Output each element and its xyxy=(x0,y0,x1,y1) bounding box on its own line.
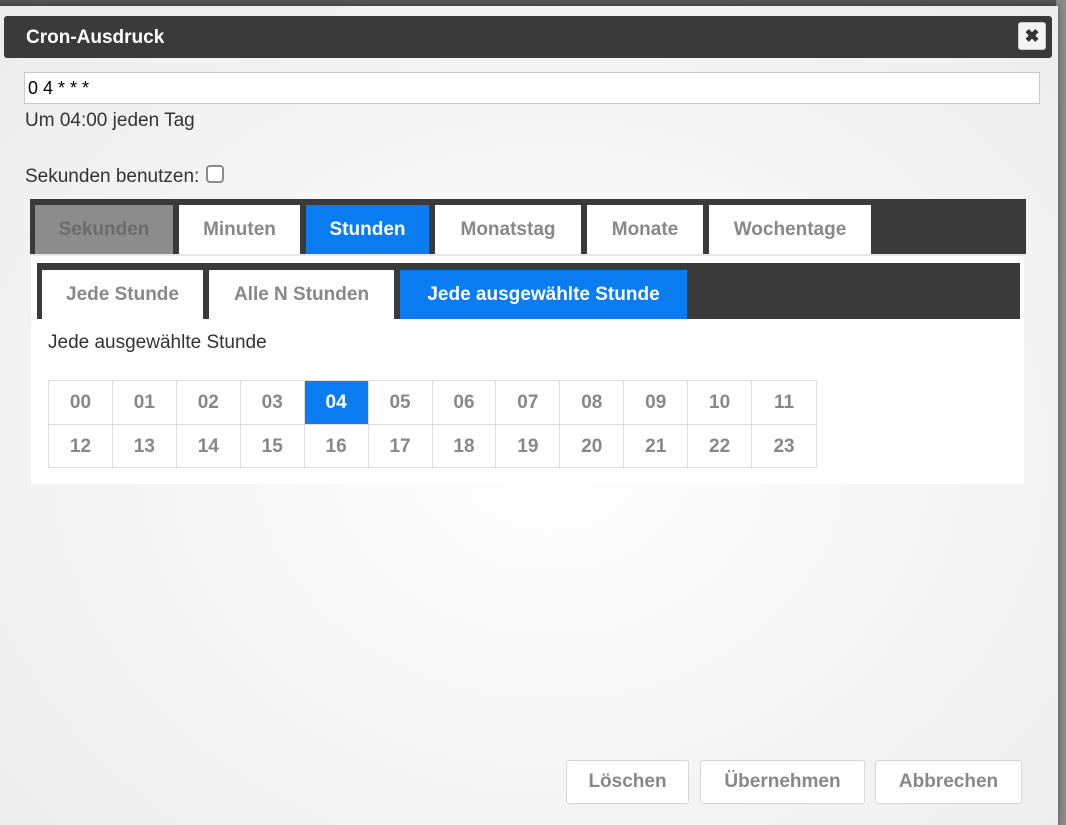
subtab-every-n-hours[interactable]: Alle N Stunden xyxy=(209,270,394,319)
hour-cell[interactable]: 00 xyxy=(49,381,113,425)
hour-cell[interactable]: 19 xyxy=(496,425,561,469)
cron-expression-input[interactable] xyxy=(24,72,1040,104)
dialog-title: Cron-Ausdruck xyxy=(26,27,165,48)
hour-cell[interactable]: 16 xyxy=(305,425,369,469)
hours-subtabbar: Jede Stunde Alle N Stunden Jede ausgewäh… xyxy=(37,263,1020,319)
hour-cell[interactable]: 20 xyxy=(560,425,625,469)
hour-cell[interactable]: 02 xyxy=(176,381,241,425)
hour-cell[interactable]: 03 xyxy=(240,381,305,425)
use-seconds-label: Sekunden benutzen: xyxy=(25,166,200,187)
delete-button[interactable]: Löschen xyxy=(566,760,689,804)
selected-hours-label: Jede ausgewählte Stunde xyxy=(48,332,267,353)
hour-cell[interactable]: 13 xyxy=(113,425,177,469)
subtab-selected-hours[interactable]: Jede ausgewählte Stunde xyxy=(400,270,687,319)
tab-day-of-month[interactable]: Monatstag xyxy=(435,205,581,254)
tab-weekdays[interactable]: Wochentage xyxy=(709,205,871,254)
tab-seconds[interactable]: Sekunden xyxy=(35,205,173,254)
tab-hours[interactable]: Stunden xyxy=(306,205,429,254)
hour-cell[interactable]: 04 xyxy=(304,381,369,425)
hour-cell[interactable]: 01 xyxy=(112,381,177,425)
hour-cell[interactable]: 09 xyxy=(624,381,689,425)
use-seconds-row: Sekunden benutzen: xyxy=(25,165,225,188)
apply-button[interactable]: Übernehmen xyxy=(700,760,865,804)
tab-minutes[interactable]: Minuten xyxy=(179,205,300,254)
hour-cell[interactable]: 18 xyxy=(433,425,497,469)
hour-cell[interactable]: 22 xyxy=(688,425,753,469)
hours-grid: 00 01 02 03 04 05 06 07 08 09 10 11 12 13 14 15 16 17 18 19… xyxy=(48,380,817,469)
hour-cell[interactable]: 05 xyxy=(368,381,433,425)
hour-cell[interactable]: 08 xyxy=(560,381,625,425)
hour-cell[interactable]: 23 xyxy=(752,425,816,469)
hour-cell[interactable]: 21 xyxy=(624,425,689,469)
hour-cell[interactable]: 06 xyxy=(432,381,497,425)
hour-cell[interactable]: 17 xyxy=(369,425,433,469)
tab-months[interactable]: Monate xyxy=(587,205,703,254)
hour-cell[interactable]: 10 xyxy=(688,381,753,425)
dialog-titlebar: Cron-Ausdruck ✖ xyxy=(4,16,1052,58)
hour-cell[interactable]: 12 xyxy=(49,425,113,469)
hour-cell[interactable]: 15 xyxy=(241,425,305,469)
cron-dialog: Cron-Ausdruck ✖ Um 04:00 jeden Tag Sekun… xyxy=(0,6,1058,825)
hour-cell[interactable]: 07 xyxy=(496,381,561,425)
subtab-every-hour[interactable]: Jede Stunde xyxy=(42,270,203,319)
main-tabbar: Sekunden Minuten Stunden Monatstag Monat… xyxy=(30,199,1026,254)
use-seconds-checkbox[interactable] xyxy=(206,165,225,183)
hour-cell[interactable]: 11 xyxy=(752,381,816,425)
cron-description: Um 04:00 jeden Tag xyxy=(25,110,195,131)
close-icon: ✖ xyxy=(1024,25,1040,46)
hour-cell[interactable]: 14 xyxy=(177,425,241,469)
cancel-button[interactable]: Abbrechen xyxy=(875,760,1022,804)
close-button[interactable]: ✖ xyxy=(1018,22,1046,50)
hours-panel: Jede Stunde Alle N Stunden Jede ausgewäh… xyxy=(31,254,1024,484)
